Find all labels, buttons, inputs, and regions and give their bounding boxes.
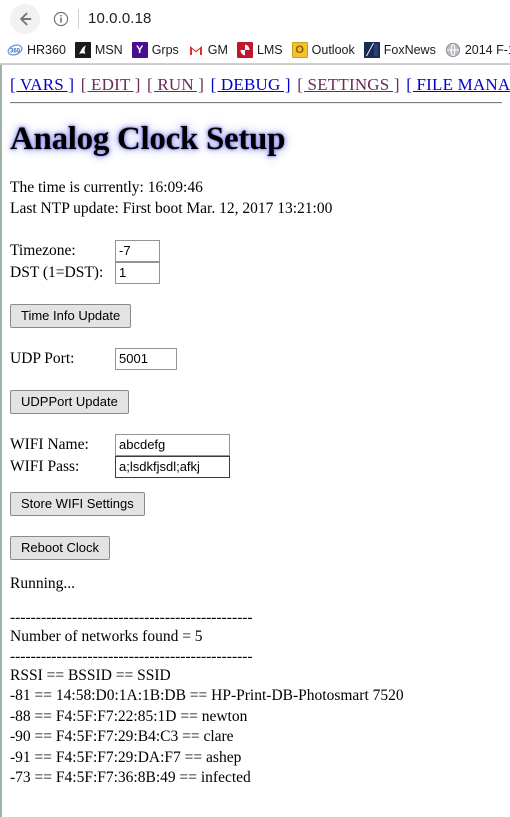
- bookmark-lms[interactable]: LMS: [236, 42, 283, 58]
- back-arrow-icon[interactable]: [10, 3, 40, 34]
- outlook-favicon: O: [291, 42, 308, 58]
- url-divider: [78, 8, 79, 29]
- network-row: -91 == F4:5F:F7:29:DA:F7 == ashep: [10, 748, 242, 766]
- bookmark-outlook[interactable]: O Outlook: [291, 42, 355, 58]
- bookmark-label: MSN: [94, 43, 123, 57]
- foxnews-favicon: [363, 42, 380, 58]
- udp-port-row: UDP Port:: [10, 347, 502, 370]
- current-time-line: The time is currently: 16:09:46: [10, 179, 203, 196]
- nav-link-settings[interactable]: [ SETTINGS ]: [297, 75, 400, 94]
- wifi-name-row: WIFI Name:: [10, 433, 502, 456]
- wifi-pass-label: WIFI Pass:: [10, 457, 80, 475]
- nav-divider: [10, 102, 502, 104]
- dst-row: DST (1=DST):: [10, 261, 502, 284]
- globe-favicon: [444, 42, 461, 58]
- networks-found-count: Number of networks found = 5: [10, 627, 203, 645]
- udp-port-input[interactable]: [115, 347, 177, 370]
- bookmark-msn[interactable]: MSN: [74, 42, 123, 58]
- bookmark-gm[interactable]: GM: [187, 42, 228, 58]
- network-row: -90 == F4:5F:F7:29:B4:C3 == clare: [10, 728, 234, 746]
- nav-links: [ VARS ] [ EDIT ] [ RUN ] [ DEBUG ] [ SE…: [10, 75, 510, 95]
- bookmark-foxnews[interactable]: FoxNews: [363, 42, 436, 58]
- udp-port-update-button[interactable]: UDPPort Update: [10, 389, 129, 414]
- browser-toolbar: 10.0.0.18: [0, 0, 510, 37]
- bookmark-2014-f150[interactable]: 2014 F-150: [444, 42, 510, 58]
- dst-label: DST (1=DST):: [10, 263, 104, 281]
- dst-input[interactable]: [115, 261, 160, 284]
- nav-link-vars[interactable]: [ VARS ]: [10, 75, 74, 94]
- bookmark-label: Outlook: [311, 43, 355, 57]
- msn-favicon: [74, 42, 91, 58]
- time-info-update-button[interactable]: Time Info Update: [10, 303, 132, 328]
- scan-table-header: RSSI == BSSID == SSID: [10, 666, 171, 684]
- divider-top: ----------------------------------------…: [10, 608, 253, 626]
- page-title: Analog Clock Setup: [10, 121, 286, 157]
- browser-chrome: 10.0.0.18 360 HR360 MSN Y Grps GM LMS O …: [0, 0, 510, 65]
- timezone-label: Timezone:: [10, 241, 76, 259]
- bookmark-hr360[interactable]: 360 HR360: [7, 42, 66, 58]
- wifi-pass-input[interactable]: [115, 455, 230, 478]
- nav-link-edit[interactable]: [ EDIT ]: [81, 75, 141, 94]
- bookmark-label: HR360: [27, 43, 66, 57]
- wifi-pass-row: WIFI Pass:: [10, 455, 502, 478]
- network-row: -88 == F4:5F:F7:22:85:1D == newton: [10, 707, 248, 725]
- nav-link-file-manager[interactable]: [ FILE MANAGER ]: [406, 75, 510, 94]
- lms-favicon: [236, 42, 253, 58]
- timezone-row: Timezone:: [10, 239, 502, 262]
- bookmarks-bar: 360 HR360 MSN Y Grps GM LMS O Outlook Fo…: [0, 37, 510, 64]
- page-content: [ VARS ] [ EDIT ] [ RUN ] [ DEBUG ] [ SE…: [0, 65, 510, 817]
- bookmark-label: Grps: [151, 43, 179, 57]
- udp-port-label: UDP Port:: [10, 349, 75, 367]
- hr360-favicon: 360: [7, 42, 23, 58]
- status-text: Running...: [10, 574, 76, 592]
- site-info-icon[interactable]: [48, 4, 74, 34]
- yahoo-groups-favicon: Y: [131, 42, 148, 58]
- wifi-name-input[interactable]: [115, 433, 230, 456]
- bookmark-label: 2014 F-150: [464, 43, 510, 57]
- reboot-clock-button[interactable]: Reboot Clock: [10, 535, 111, 560]
- bookmark-label: GM: [207, 43, 228, 57]
- network-row: -73 == F4:5F:F7:36:8B:49 == infected: [10, 768, 251, 786]
- svg-text:360: 360: [10, 49, 21, 55]
- network-row: -81 == 14:58:D0:1A:1B:DB == HP-Print-DB-…: [10, 687, 404, 705]
- timezone-input[interactable]: [115, 239, 160, 262]
- ntp-update-line: Last NTP update: First boot Mar. 12, 201…: [10, 199, 333, 217]
- nav-link-debug[interactable]: [ DEBUG ]: [211, 75, 291, 94]
- bookmark-grps[interactable]: Y Grps: [131, 42, 179, 58]
- gmail-favicon: [187, 42, 204, 58]
- url-input[interactable]: 10.0.0.18: [88, 10, 151, 27]
- wifi-name-label: WIFI Name:: [10, 435, 89, 453]
- nav-link-run[interactable]: [ RUN ]: [147, 75, 204, 94]
- bookmark-label: LMS: [256, 43, 283, 57]
- store-wifi-settings-button[interactable]: Store WIFI Settings: [10, 491, 145, 516]
- bookmark-label: FoxNews: [383, 43, 436, 57]
- divider-bottom: ----------------------------------------…: [10, 647, 253, 665]
